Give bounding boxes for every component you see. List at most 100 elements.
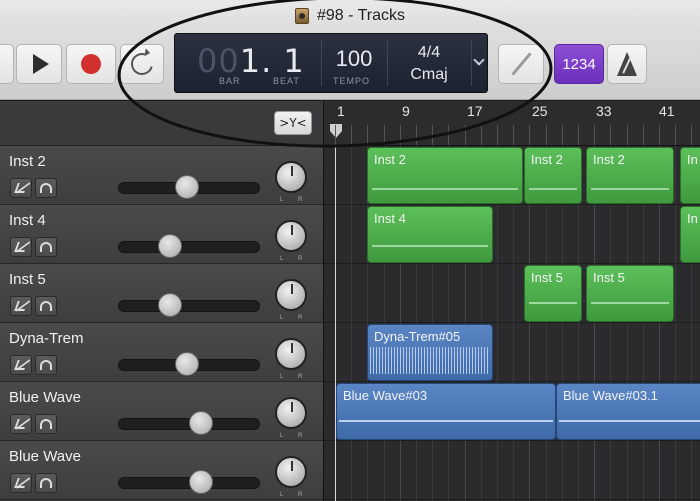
volume-slider-thumb[interactable] bbox=[158, 293, 182, 317]
pan-knob[interactable] bbox=[275, 279, 307, 311]
track-headers: Inst 2 L R Inst 4 L R Inst 5 L R Dyna-Trem L R Blue … bbox=[0, 146, 323, 501]
tuner-button[interactable] bbox=[498, 44, 544, 84]
ruler-tick bbox=[561, 125, 563, 145]
region-name: Inst 2 bbox=[593, 152, 625, 167]
lane-separator bbox=[324, 440, 700, 441]
pan-knob[interactable] bbox=[275, 220, 307, 252]
pan-right-label: R bbox=[298, 374, 303, 380]
volume-slider[interactable] bbox=[118, 241, 260, 253]
track-name[interactable]: Inst 4 bbox=[9, 212, 46, 229]
track-header[interactable]: Inst 2 L R bbox=[0, 146, 323, 205]
position-display[interactable]: 001. 1 BAR BEAT bbox=[175, 34, 321, 92]
region-name: Inst 4 bbox=[374, 211, 406, 226]
track-name[interactable]: Inst 5 bbox=[9, 271, 46, 288]
mute-button[interactable] bbox=[10, 178, 32, 198]
ruler-tick bbox=[545, 125, 547, 145]
track-header[interactable]: Blue Wave L R bbox=[0, 382, 323, 441]
mute-button[interactable] bbox=[10, 414, 32, 434]
midi-notes bbox=[529, 302, 577, 304]
ruler-bar-number: 25 bbox=[532, 103, 548, 119]
ruler-tick bbox=[383, 125, 385, 145]
midi-notes bbox=[591, 302, 669, 304]
mute-button[interactable] bbox=[10, 473, 32, 493]
lcd-menu-chevron-icon[interactable] bbox=[473, 54, 485, 66]
timeline-ruler[interactable]: 1 9 17 25 33 41 bbox=[323, 101, 700, 146]
ruler-tick bbox=[416, 125, 417, 145]
track-name[interactable]: Blue Wave bbox=[9, 448, 81, 465]
metronome-button[interactable] bbox=[607, 44, 647, 84]
mute-button[interactable] bbox=[10, 296, 32, 316]
track-header[interactable]: Inst 5 L R bbox=[0, 264, 323, 323]
play-button[interactable] bbox=[16, 44, 62, 84]
track-header[interactable]: Blue Wave L R bbox=[0, 441, 323, 500]
volume-slider-thumb[interactable] bbox=[189, 470, 213, 494]
volume-slider[interactable] bbox=[118, 300, 260, 312]
speaker-muted-icon bbox=[14, 360, 28, 370]
play-icon bbox=[33, 54, 49, 74]
track-name[interactable]: Blue Wave bbox=[9, 389, 81, 406]
audio-waveform bbox=[339, 420, 553, 422]
pan-knob[interactable] bbox=[275, 456, 307, 488]
pan-knob[interactable] bbox=[275, 397, 307, 429]
speaker-muted-icon bbox=[14, 183, 28, 193]
ruler-tick bbox=[594, 125, 596, 145]
midi-region[interactable]: Inst 5 bbox=[586, 265, 674, 322]
solo-button[interactable] bbox=[35, 178, 57, 198]
cycle-button[interactable] bbox=[120, 44, 164, 84]
midi-region[interactable]: Inst 2 bbox=[367, 147, 523, 204]
volume-slider-thumb[interactable] bbox=[175, 175, 199, 199]
rewind-button[interactable] bbox=[0, 44, 14, 84]
track-header[interactable]: Inst 4 L R bbox=[0, 205, 323, 264]
tempo-display[interactable]: 100 TEMPO bbox=[321, 34, 387, 92]
pan-knob[interactable] bbox=[275, 338, 307, 370]
solo-button[interactable] bbox=[35, 296, 57, 316]
metronome-icon bbox=[617, 52, 637, 76]
pan-knob[interactable] bbox=[275, 161, 307, 193]
track-name[interactable]: Dyna-Trem bbox=[9, 330, 83, 347]
bar-label: BAR bbox=[219, 76, 241, 86]
grid-line bbox=[351, 146, 353, 501]
region-name: In bbox=[687, 152, 698, 167]
midi-region[interactable]: Inst 5 bbox=[524, 265, 582, 322]
track-name[interactable]: Inst 2 bbox=[9, 153, 46, 170]
track-header[interactable]: Dyna-Trem L R bbox=[0, 323, 323, 382]
solo-button[interactable] bbox=[35, 355, 57, 375]
count-in-button[interactable]: 1234 bbox=[554, 44, 604, 84]
project-file-icon bbox=[294, 8, 309, 24]
solo-button[interactable] bbox=[35, 414, 57, 434]
volume-slider-thumb[interactable] bbox=[175, 352, 199, 376]
headphones-icon bbox=[40, 478, 52, 488]
headphones-icon bbox=[40, 242, 52, 252]
playhead-handle-icon[interactable] bbox=[330, 124, 342, 138]
volume-slider-thumb[interactable] bbox=[158, 234, 182, 258]
audio-region[interactable]: Blue Wave#03.1 bbox=[556, 383, 700, 440]
pan-left-label: L bbox=[280, 492, 284, 498]
tracks-header: >Y< bbox=[0, 101, 323, 146]
signature-key-display[interactable]: 4/4 Cmaj bbox=[387, 34, 471, 92]
midi-region[interactable]: Inst 4 bbox=[367, 206, 493, 263]
audio-region[interactable]: Blue Wave#03 bbox=[336, 383, 556, 440]
ruler-tick bbox=[432, 125, 434, 145]
audio-waveform bbox=[370, 347, 490, 374]
volume-slider-thumb[interactable] bbox=[189, 411, 213, 435]
ruler-tick bbox=[351, 125, 353, 145]
solo-button[interactable] bbox=[35, 237, 57, 257]
midi-notes bbox=[372, 245, 488, 247]
lcd-display[interactable]: 001. 1 BAR BEAT 100 TEMPO 4/4 Cmaj bbox=[174, 33, 488, 93]
catch-playhead-button[interactable]: >Y< bbox=[274, 111, 312, 135]
midi-region[interactable]: In bbox=[680, 206, 700, 263]
ruler-tick bbox=[448, 125, 450, 145]
lane-separator bbox=[324, 263, 700, 264]
arrange-area[interactable]: Inst 2 Inst 2 Inst 2 In Inst 4 In Inst 5 bbox=[323, 146, 700, 501]
pan-right-label: R bbox=[298, 433, 303, 439]
midi-region[interactable]: In bbox=[680, 147, 700, 204]
record-button[interactable] bbox=[66, 44, 116, 84]
mute-button[interactable] bbox=[10, 237, 32, 257]
ruler-tick bbox=[399, 125, 401, 145]
midi-region[interactable]: Inst 2 bbox=[524, 147, 582, 204]
audio-region[interactable]: Dyna-Trem#05 bbox=[367, 324, 493, 381]
midi-region[interactable]: Inst 2 bbox=[586, 147, 674, 204]
solo-button[interactable] bbox=[35, 473, 57, 493]
bar-leading-zeros: 00 bbox=[197, 42, 240, 80]
mute-button[interactable] bbox=[10, 355, 32, 375]
